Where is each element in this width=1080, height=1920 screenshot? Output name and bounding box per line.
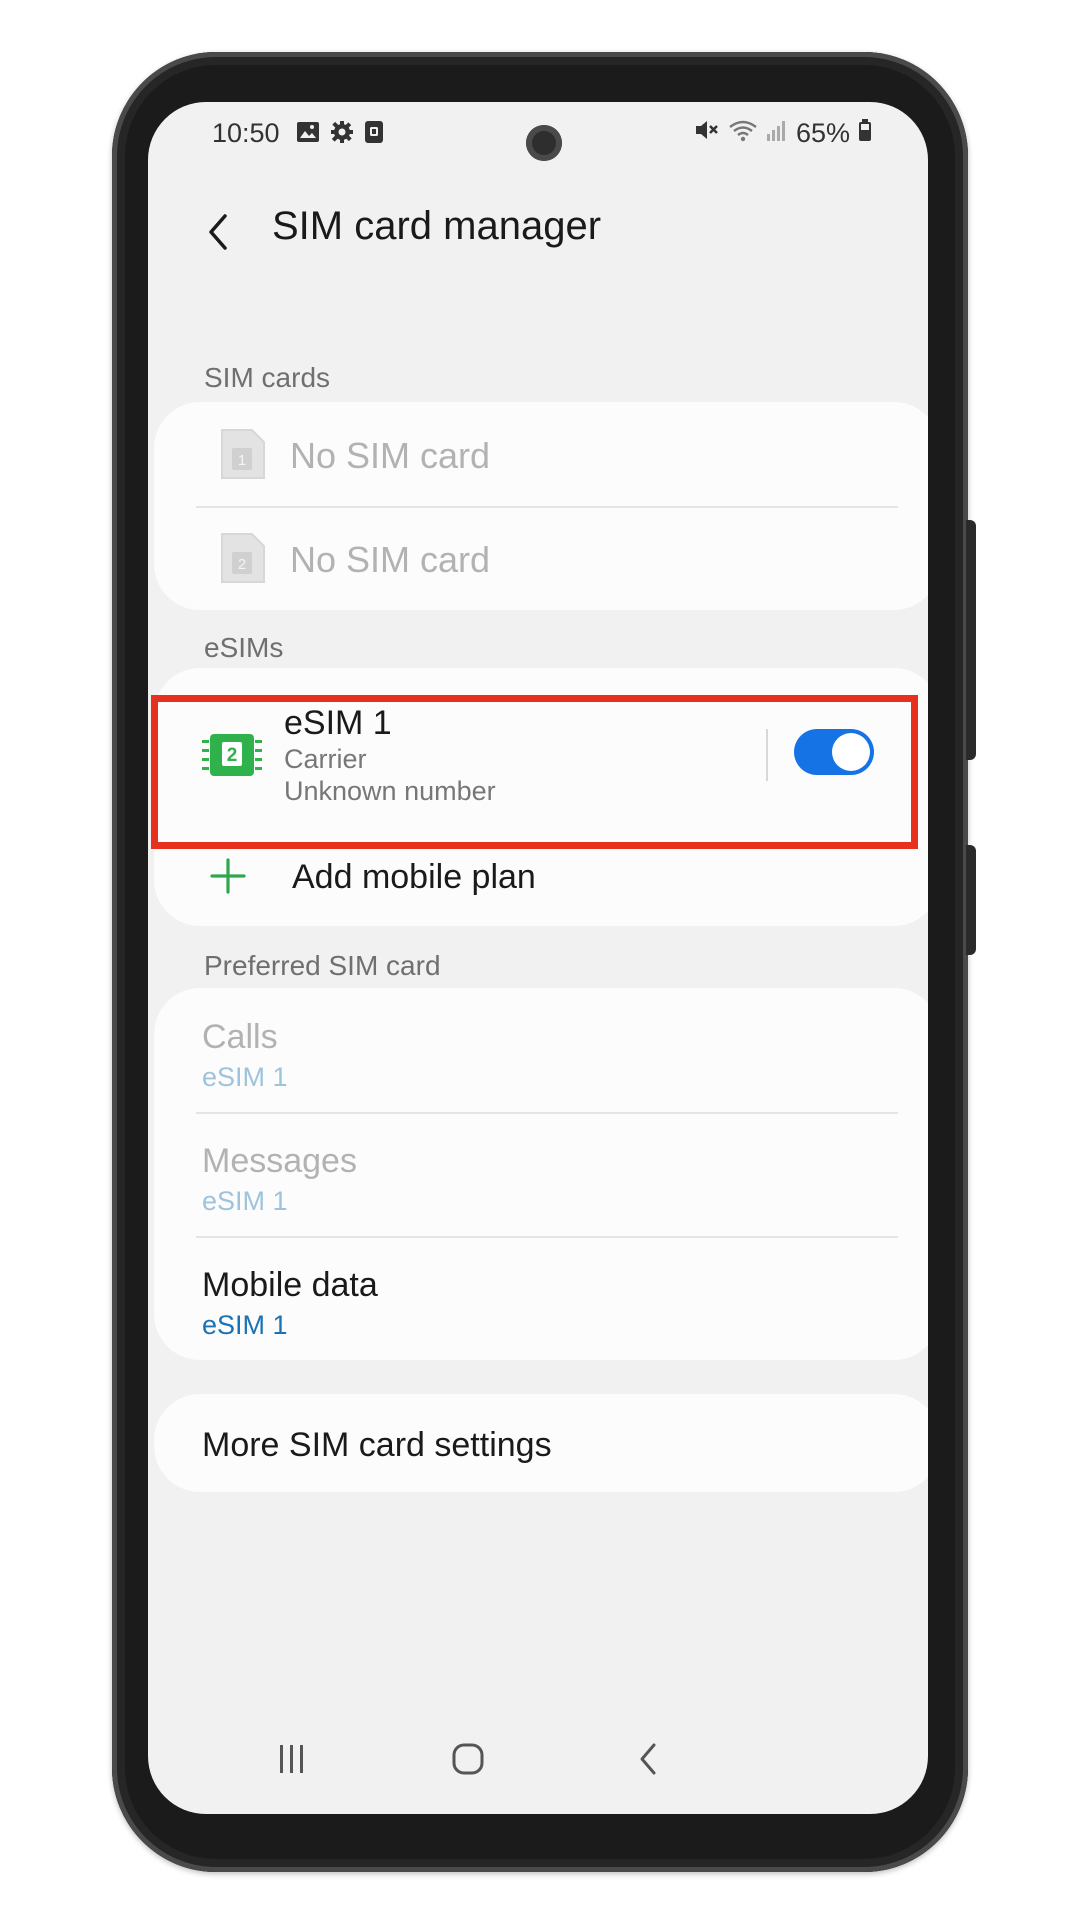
back-icon xyxy=(640,1743,656,1775)
sim-card-row-1[interactable]: 1 No SIM card xyxy=(154,402,928,506)
calls-title: Calls xyxy=(202,1018,278,1056)
sim-card-2-label: No SIM card xyxy=(290,539,491,580)
back-button[interactable] xyxy=(188,202,248,262)
sim-card-2-icon: 2 xyxy=(216,530,268,586)
app-header: SIM card manager xyxy=(148,182,928,292)
sim-cards-card: 1 No SIM card 2 No SIM card xyxy=(154,402,928,610)
recent-apps-button[interactable] xyxy=(252,1724,332,1794)
section-label-esims: eSIMs xyxy=(204,632,284,663)
calls-value: eSIM 1 xyxy=(202,1062,288,1092)
chevron-left-icon xyxy=(209,214,227,250)
mobile-data-title: Mobile data xyxy=(202,1266,378,1304)
messages-title: Messages xyxy=(202,1142,357,1180)
front-camera xyxy=(526,125,562,161)
power-button xyxy=(966,845,976,955)
wifi-icon xyxy=(728,118,758,149)
sim-slot-number: 2 xyxy=(238,556,246,573)
section-label-sim-cards: SIM cards xyxy=(204,362,331,393)
more-sim-settings-label: More SIM card settings xyxy=(202,1426,552,1464)
nav-back-button[interactable] xyxy=(608,1724,688,1794)
sim-card-row-2[interactable]: 2 No SIM card xyxy=(154,508,928,610)
messages-value: eSIM 1 xyxy=(202,1186,288,1216)
add-mobile-plan-label: Add mobile plan xyxy=(292,858,536,896)
sim-card-1-icon: 1 xyxy=(216,426,268,482)
status-time: 10:50 xyxy=(212,118,280,148)
page-title: SIM card manager xyxy=(272,204,602,248)
screenshot-icon xyxy=(364,120,384,149)
signal-icon xyxy=(766,118,788,149)
plus-icon xyxy=(208,856,248,901)
preferred-calls-row[interactable]: Calls eSIM 1 xyxy=(154,988,928,1112)
mute-icon xyxy=(694,118,720,149)
settings-gear-icon xyxy=(330,120,354,149)
preferred-mobile-data-row[interactable]: Mobile data eSIM 1 xyxy=(154,1238,928,1360)
sim-card-1-label: No SIM card xyxy=(290,435,491,476)
mobile-data-value: eSIM 1 xyxy=(202,1310,288,1340)
navigation-bar xyxy=(148,1702,928,1814)
add-mobile-plan-row[interactable]: Add mobile plan xyxy=(154,850,928,926)
home-button[interactable] xyxy=(428,1724,508,1794)
battery-icon xyxy=(858,118,872,149)
preferred-sim-card: Calls eSIM 1 Messages eSIM 1 Mobile data… xyxy=(154,988,928,1360)
home-icon xyxy=(452,1743,484,1775)
screen: 10:50 65% SIM card manager SIM cards 1 N… xyxy=(148,102,928,1814)
sim-slot-number: 1 xyxy=(238,452,246,469)
highlight-box xyxy=(151,695,918,849)
volume-button xyxy=(966,520,976,760)
section-label-preferred: Preferred SIM card xyxy=(204,950,441,981)
battery-level: 65% xyxy=(795,118,850,148)
recent-apps-icon xyxy=(280,1745,303,1773)
more-sim-settings-card[interactable]: More SIM card settings xyxy=(154,1394,928,1492)
gallery-icon xyxy=(296,121,320,148)
preferred-messages-row[interactable]: Messages eSIM 1 xyxy=(154,1114,928,1236)
